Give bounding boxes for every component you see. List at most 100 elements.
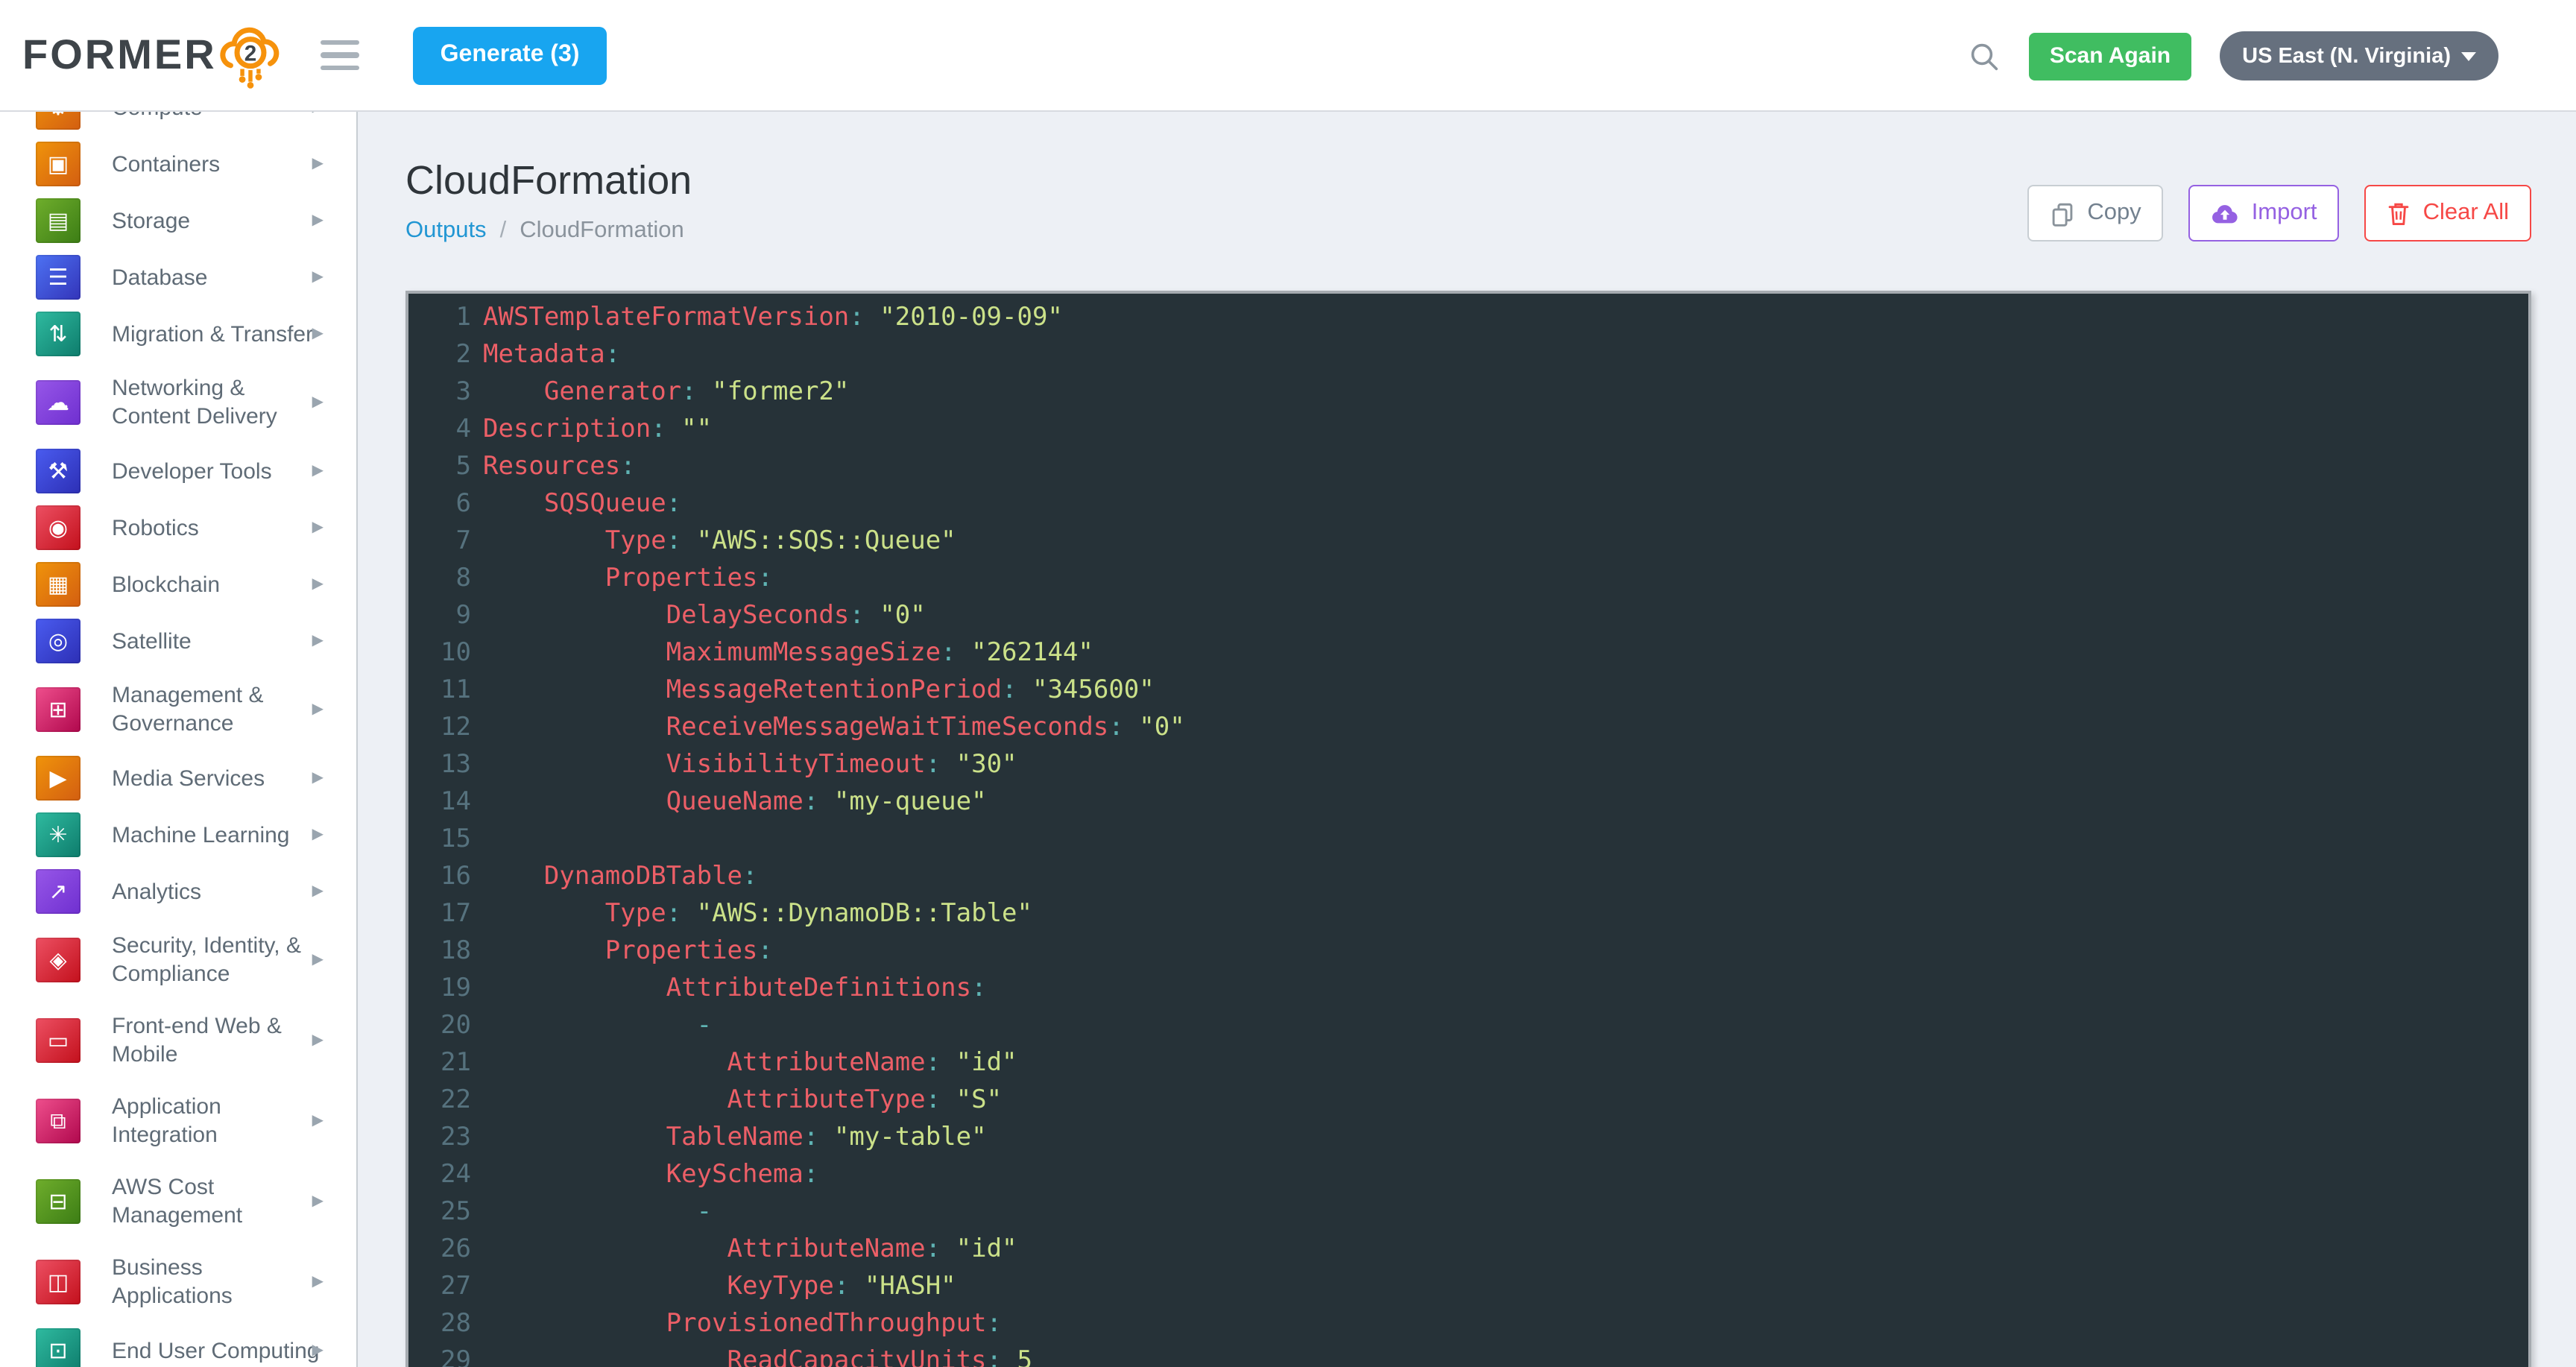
migration-transfer-icon: ⇅ [36, 312, 80, 356]
sidebar-item-label: Compute [112, 112, 338, 121]
line-number: 2 [408, 337, 471, 374]
region-dropdown[interactable]: US East (N. Virginia) [2220, 31, 2498, 80]
search-icon[interactable] [1968, 40, 2001, 72]
satellite-icon: ◎ [36, 619, 80, 663]
clear-all-button[interactable]: Clear All [2365, 185, 2531, 241]
sidebar-item-analytics[interactable]: ↗Analytics▶ [0, 863, 356, 920]
code-line: 27 KeyType: "HASH" [408, 1269, 2528, 1306]
line-number: 10 [408, 635, 471, 672]
sidebar-item-label: Media Services [112, 764, 338, 792]
line-number: 20 [408, 1008, 471, 1045]
line-number: 1 [408, 300, 471, 337]
sidebar-item-satellite[interactable]: ◎ Satellite▶ [0, 613, 356, 669]
clear-all-label: Clear All [2423, 200, 2509, 227]
generate-button[interactable]: Generate (3) [414, 26, 607, 84]
line-number: 5 [408, 449, 471, 486]
line-number: 3 [408, 374, 471, 411]
chevron-right-icon: ▶ [312, 326, 323, 342]
chevron-right-icon: ▶ [312, 212, 323, 229]
sidebar-item-media-services[interactable]: ▶Media Services▶ [0, 750, 356, 806]
line-number: 25 [408, 1194, 471, 1231]
line-number: 12 [408, 710, 471, 747]
code-line: 13 VisibilityTimeout: "30" [408, 747, 2528, 784]
chevron-right-icon: ▶ [312, 112, 323, 116]
chevron-right-icon: ▶ [312, 1274, 323, 1290]
cloud-upload-icon [2212, 201, 2240, 226]
code-line: 1AWSTemplateFormatVersion: "2010-09-09" [408, 300, 2528, 337]
sidebar-item-front-end-web-mobile[interactable]: ▭Front-end Web &Mobile▶ [0, 1000, 356, 1081]
code-line: 12 ReceiveMessageWaitTimeSeconds: "0" [408, 710, 2528, 747]
chevron-right-icon: ▶ [312, 1342, 323, 1359]
chevron-right-icon: ▶ [312, 1113, 323, 1129]
aws-cost-management-icon: ⊟ [36, 1179, 80, 1224]
sidebar-item-security-identity-compliance[interactable]: ◈Security, Identity, &Compliance▶ [0, 920, 356, 1000]
output-actions: Copy Import Clear All [2027, 185, 2531, 241]
copy-button[interactable]: Copy [2027, 185, 2163, 241]
sidebar-item-label: Networking &Content Delivery [112, 374, 338, 431]
sidebar-item-networking-content-delivery[interactable]: ☁Networking &Content Delivery▶ [0, 362, 356, 443]
code-line: 29 ReadCapacityUnits: 5 [408, 1343, 2528, 1367]
line-number: 22 [408, 1082, 471, 1120]
top-navbar: FORMER 2 Generate (3) [0, 0, 2576, 112]
front-end-icon: ▭ [36, 1018, 80, 1063]
chevron-right-icon: ▶ [312, 269, 323, 285]
logo-cloud-icon: 2 [214, 25, 288, 94]
sidebar-item-management-governance[interactable]: ⊞ Management &Governance▶ [0, 669, 356, 750]
cloudformation-code-block: 1AWSTemplateFormatVersion: "2010-09-09"2… [405, 291, 2531, 1367]
sidebar-item-compute[interactable]: ⚙Compute▶ [0, 112, 356, 136]
sidebar-item-machine-learning[interactable]: ✳Machine Learning▶ [0, 806, 356, 863]
code-line: 6 SQSQueue: [408, 486, 2528, 523]
code-line: 28 ProvisionedThroughput: [408, 1306, 2528, 1343]
scan-again-button[interactable]: Scan Again [2029, 32, 2191, 80]
analytics-icon: ↗ [36, 869, 80, 914]
line-number: 18 [408, 933, 471, 970]
line-number: 23 [408, 1120, 471, 1157]
import-button[interactable]: Import [2189, 185, 2340, 241]
sidebar-item-developer-tools[interactable]: ⚒Developer Tools▶ [0, 443, 356, 499]
developer-tools-icon: ⚒ [36, 449, 80, 493]
sidebar-item-label: Satellite [112, 627, 338, 655]
sidebar-item-aws-cost-management[interactable]: ⊟ AWS CostManagement▶ [0, 1161, 356, 1242]
logo-text: FORMER [22, 31, 217, 79]
breadcrumb-separator: / [500, 218, 507, 244]
logo-badge: 2 [244, 42, 257, 66]
code-line: 22 AttributeType: "S" [408, 1082, 2528, 1120]
media-services-icon: ▶ [36, 756, 80, 801]
code-line: 19 AttributeDefinitions: [408, 970, 2528, 1008]
sidebar-item-storage[interactable]: ▤Storage▶ [0, 192, 356, 249]
line-number: 14 [408, 784, 471, 821]
sidebar-item-application-integration[interactable]: ⧉ApplicationIntegration▶ [0, 1081, 356, 1161]
storage-icon: ▤ [36, 198, 80, 243]
chevron-right-icon: ▶ [312, 952, 323, 968]
code-line: 15 [408, 821, 2528, 859]
chevron-right-icon: ▶ [312, 701, 323, 718]
line-number: 15 [408, 821, 471, 859]
sidebar-toggle-icon[interactable] [321, 40, 360, 71]
sidebar-item-migration-transfer[interactable]: ⇅Migration & Transfer▶ [0, 306, 356, 362]
code-line: 3 Generator: "former2" [408, 374, 2528, 411]
sidebar-item-business-applications[interactable]: ◫BusinessApplications▶ [0, 1242, 356, 1322]
breadcrumb-link-outputs[interactable]: Outputs [405, 218, 487, 244]
sidebar-item-robotics[interactable]: ◉Robotics▶ [0, 499, 356, 556]
trash-icon [2387, 201, 2411, 226]
code-lines: 1AWSTemplateFormatVersion: "2010-09-09"2… [408, 300, 2528, 1367]
management-governance-icon: ⊞ [36, 687, 80, 732]
code-line: 21 AttributeName: "id" [408, 1045, 2528, 1082]
sidebar-item-label: Containers [112, 150, 338, 178]
former2-app: FORMER 2 Generate (3) [0, 0, 2576, 1367]
chevron-right-icon: ▶ [312, 633, 323, 649]
sidebar-item-label: Analytics [112, 877, 338, 906]
chevron-right-icon: ▶ [312, 394, 323, 411]
former2-logo[interactable]: FORMER 2 [22, 16, 288, 94]
chevron-right-icon: ▶ [312, 1193, 323, 1210]
sidebar-item-database[interactable]: ☰Database▶ [0, 249, 356, 306]
line-number: 16 [408, 859, 471, 896]
code-line: 9 DelaySeconds: "0" [408, 598, 2528, 635]
sidebar-item-label: Management &Governance [112, 681, 338, 738]
navbar-right-group: Scan Again US East (N. Virginia) [1968, 0, 2498, 112]
chevron-right-icon: ▶ [312, 770, 323, 786]
sidebar-item-end-user-computing[interactable]: ⊡End User Computing▶ [0, 1322, 356, 1367]
sidebar-item-containers[interactable]: ▣Containers▶ [0, 136, 356, 192]
sidebar-item-blockchain[interactable]: ▦Blockchain▶ [0, 556, 356, 613]
sidebar-item-label: AWS CostManagement [112, 1173, 338, 1230]
